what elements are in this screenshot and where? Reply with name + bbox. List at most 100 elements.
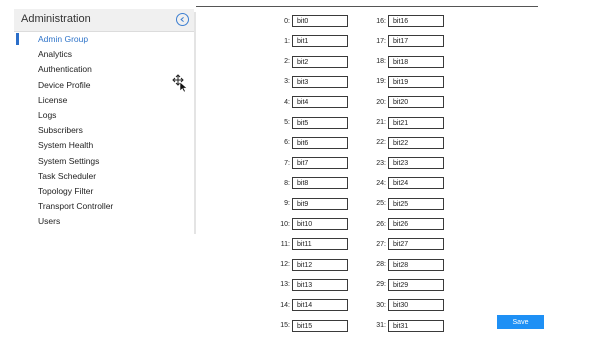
bit-name-input[interactable]: bit24 <box>388 177 444 190</box>
admin-sidebar: Administration Admin Group Analytics Authe… <box>14 9 194 233</box>
bit-name-input[interactable]: bit21 <box>388 116 444 129</box>
bit-name-input[interactable]: bit25 <box>388 197 444 210</box>
bit-index-label: 7: <box>284 159 290 167</box>
bit-row: 16: bit16 <box>368 14 444 28</box>
bit-name-input[interactable]: bit17 <box>388 35 444 48</box>
bit-name-input[interactable]: bit15 <box>292 319 348 332</box>
bit-row: 6: bit6 <box>272 136 348 150</box>
sidebar-item-analytics[interactable]: Analytics <box>38 48 113 63</box>
bit-index-label: 18: <box>376 58 386 66</box>
save-button[interactable]: Save <box>497 315 544 329</box>
sidebar-item-subscribers[interactable]: Subscribers <box>38 124 113 139</box>
bit-name-input[interactable]: bit28 <box>388 258 444 271</box>
bit-row: 5: bit5 <box>272 116 348 130</box>
bit-name-input[interactable]: bit4 <box>292 96 348 109</box>
sidebar-scrollbar[interactable] <box>194 12 196 234</box>
bit-name-input[interactable]: bit31 <box>388 319 444 332</box>
bit-index-label: 12: <box>280 261 290 269</box>
bit-index-label: 0: <box>284 17 290 25</box>
bit-name-input[interactable]: bit8 <box>292 177 348 190</box>
bit-index-label: 16: <box>376 17 386 25</box>
bit-row: 15: bit15 <box>272 319 348 333</box>
bit-row: 8: bit8 <box>272 176 348 190</box>
bit-name-input[interactable]: bit5 <box>292 116 348 129</box>
bit-name-input[interactable]: bit7 <box>292 157 348 170</box>
bit-row: 2: bit2 <box>272 55 348 69</box>
chevron-left-icon <box>180 17 184 22</box>
bit-row: 11: bit11 <box>272 237 348 251</box>
bit-row: 3: bit3 <box>272 75 348 89</box>
sidebar-header: Administration <box>14 9 194 32</box>
bit-index-label: 4: <box>284 98 290 106</box>
bit-row: 18: bit18 <box>368 55 444 69</box>
bit-name-input[interactable]: bit10 <box>292 218 348 230</box>
bit-index-label: 1: <box>284 37 290 45</box>
bit-row: 10: bit10 <box>272 217 348 231</box>
bit-name-input[interactable]: bit12 <box>292 258 348 271</box>
bit-name-input[interactable]: bit19 <box>388 75 444 88</box>
active-item-indicator <box>16 33 19 45</box>
bit-name-input[interactable]: bit30 <box>388 299 444 312</box>
bit-index-label: 13: <box>280 281 290 289</box>
bit-name-input[interactable]: bit18 <box>388 55 444 68</box>
bit-name-input[interactable]: bit3 <box>292 75 348 88</box>
bit-index-label: 17: <box>376 37 386 45</box>
bit-row: 13: bit13 <box>272 278 348 292</box>
bit-row: 24: bit24 <box>368 176 444 190</box>
sidebar-item-transport-controller[interactable]: Transport Controller <box>38 200 113 215</box>
sidebar-item-license[interactable]: License <box>38 94 113 109</box>
sidebar-menu: Admin Group Analytics Authentication Device… <box>38 33 113 230</box>
bit-index-label: 27: <box>376 240 386 248</box>
bit-index-label: 26: <box>376 220 386 228</box>
bit-index-label: 20: <box>376 98 386 106</box>
sidebar-item-device-profile[interactable]: Device Profile <box>38 79 113 94</box>
sidebar-item-system-health[interactable]: System Health <box>38 139 113 154</box>
bit-index-label: 28: <box>376 261 386 269</box>
bit-index-label: 21: <box>376 119 386 126</box>
bit-index-label: 22: <box>376 139 386 147</box>
bit-name-input[interactable]: bit22 <box>388 136 444 149</box>
bit-row: 30: bit30 <box>368 298 444 312</box>
move-cursor-icon <box>172 74 188 92</box>
bit-index-label: 5: <box>284 119 290 126</box>
bit-name-input[interactable]: bit16 <box>388 15 444 27</box>
bit-index-label: 2: <box>284 58 290 66</box>
bit-row: 22: bit22 <box>368 136 444 150</box>
bit-name-input[interactable]: bit20 <box>388 96 444 109</box>
bit-name-input[interactable]: bit13 <box>292 278 348 291</box>
bit-row: 7: bit7 <box>272 156 348 170</box>
sidebar-item-task-scheduler[interactable]: Task Scheduler <box>38 170 113 185</box>
bit-row: 23: bit23 <box>368 156 444 170</box>
sidebar-item-authentication[interactable]: Authentication <box>38 63 113 78</box>
collapse-sidebar-button[interactable] <box>176 13 189 26</box>
bit-index-label: 25: <box>376 200 386 208</box>
sidebar-item-system-settings[interactable]: System Settings <box>38 155 113 170</box>
bit-name-input[interactable]: bit1 <box>292 35 348 48</box>
bit-name-input[interactable]: bit6 <box>292 136 348 149</box>
bit-row: 19: bit19 <box>368 75 444 89</box>
bit-index-label: 24: <box>376 179 386 187</box>
bit-row: 1: bit1 <box>272 34 348 48</box>
sidebar-item-users[interactable]: Users <box>38 215 113 230</box>
bit-index-label: 3: <box>284 78 290 86</box>
top-divider <box>196 6 538 7</box>
bit-index-label: 9: <box>284 200 290 208</box>
bit-name-input[interactable]: bit29 <box>388 278 444 291</box>
bit-name-input[interactable]: bit9 <box>292 197 348 210</box>
sidebar-item-logs[interactable]: Logs <box>38 109 113 124</box>
bit-name-input[interactable]: bit23 <box>388 157 444 170</box>
bit-index-label: 23: <box>376 159 386 167</box>
bit-name-input[interactable]: bit14 <box>292 299 348 312</box>
bit-row: 28: bit28 <box>368 258 444 272</box>
bit-row: 21: bit21 <box>368 116 444 130</box>
bit-name-input[interactable]: bit2 <box>292 55 348 68</box>
sidebar-item-topology-filter[interactable]: Topology Filter <box>38 185 113 200</box>
bit-row: 27: bit27 <box>368 237 444 251</box>
bit-index-label: 30: <box>376 301 386 309</box>
bit-name-input[interactable]: bit0 <box>292 15 348 27</box>
bit-name-input[interactable]: bit27 <box>388 238 444 251</box>
sidebar-item-admin-group[interactable]: Admin Group <box>38 33 113 48</box>
bit-name-input[interactable]: bit11 <box>292 238 348 251</box>
bit-name-input[interactable]: bit26 <box>388 218 444 230</box>
bit-row: 17: bit17 <box>368 34 444 48</box>
